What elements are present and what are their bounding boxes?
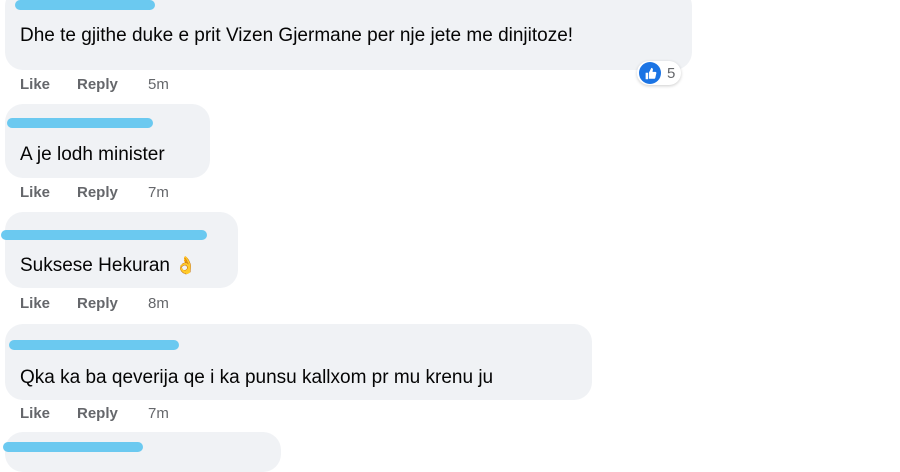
like-button[interactable]: Like [20, 405, 50, 422]
comment-text: Suksese Hekuran 👌 [20, 255, 196, 277]
comment-timestamp[interactable]: 5m [148, 76, 169, 93]
like-button[interactable]: Like [20, 295, 50, 312]
reply-button[interactable]: Reply [77, 76, 118, 93]
reply-button[interactable]: Reply [77, 405, 118, 422]
reply-button[interactable]: Reply [77, 184, 118, 201]
comment-text-body: Suksese Hekuran [20, 255, 170, 276]
redaction-mark [7, 118, 153, 128]
comment-text: Dhe te gjithe duke e prit Vizen Gjermane… [20, 25, 574, 46]
comment-bubble-partial [3, 432, 281, 472]
comment-timestamp[interactable]: 7m [148, 184, 169, 201]
reaction-summary[interactable]: 5 [637, 61, 682, 85]
ok-hand-emoji-icon: 👌 [175, 256, 197, 275]
reaction-count: 5 [667, 64, 676, 82]
comment-bubble: . Qka ka ba qeverija qe i ka punsu kallx… [5, 324, 592, 400]
comment-bubble: . A je lodh minister [5, 104, 210, 178]
comment-text: A je lodh minister [20, 144, 165, 165]
comment-bubble: . Suksese Hekuran 👌 [1, 212, 238, 288]
comment-text: Qka ka ba qeverija qe i ka punsu kallxom… [20, 367, 494, 388]
comment-bubble: . Dhe te gjithe duke e prit Vizen Gjerma… [5, 0, 692, 70]
redaction-mark [3, 442, 143, 452]
like-button[interactable]: Like [20, 76, 50, 93]
comment-timestamp[interactable]: 8m [148, 295, 169, 312]
redaction-mark [15, 0, 155, 10]
like-button[interactable]: Like [20, 184, 50, 201]
comment-timestamp[interactable]: 7m [148, 405, 169, 422]
like-icon [639, 62, 661, 84]
redaction-mark [1, 230, 207, 240]
redaction-mark [9, 340, 179, 350]
reply-button[interactable]: Reply [77, 295, 118, 312]
